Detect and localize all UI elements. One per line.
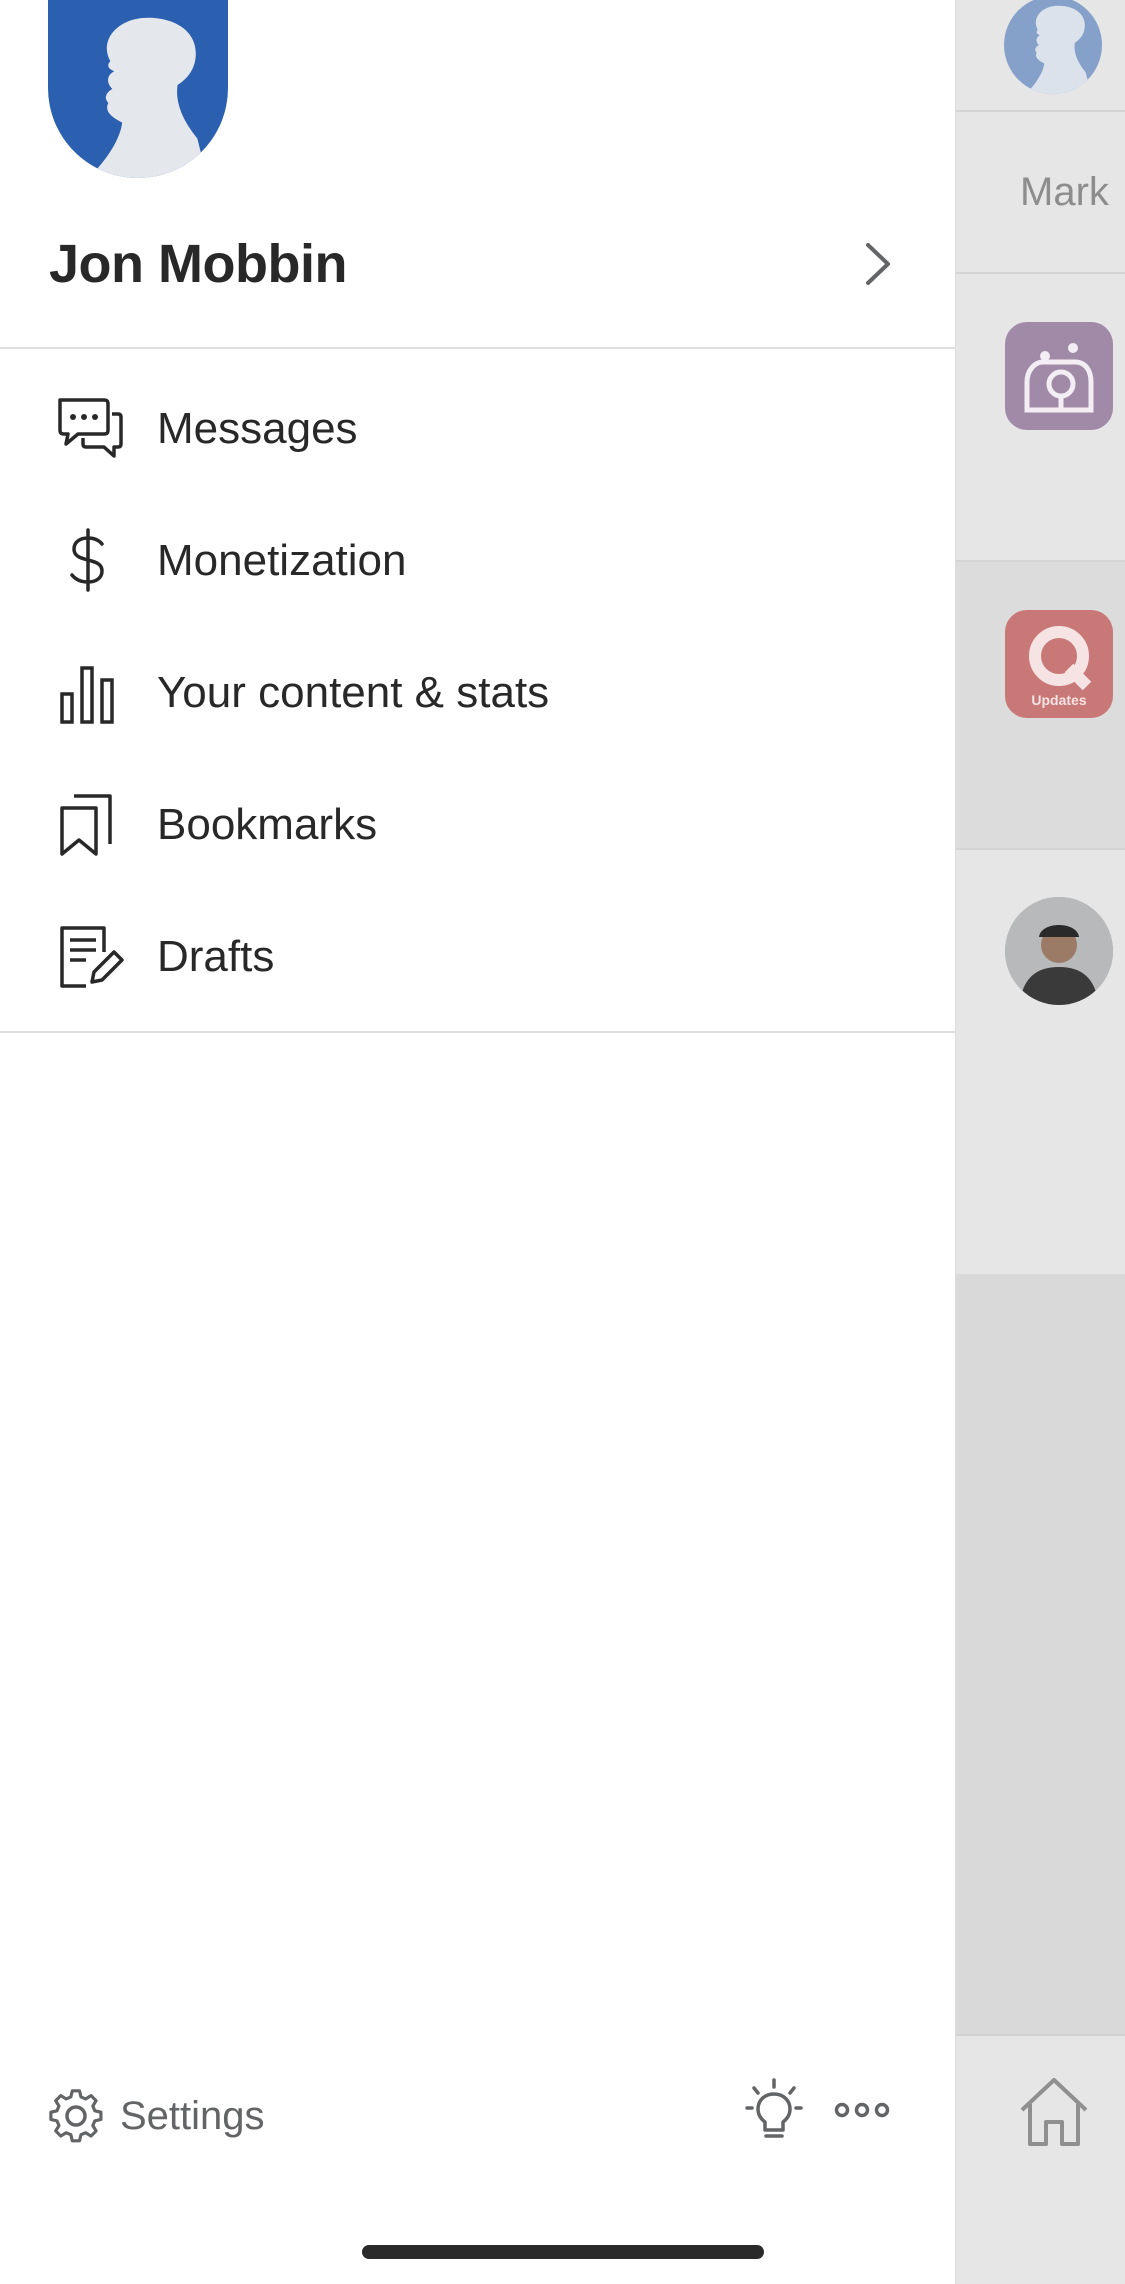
menu-item-monetization[interactable]: Monetization <box>0 494 956 624</box>
divider <box>0 347 956 349</box>
profile-avatar[interactable] <box>48 0 228 178</box>
more-dots-icon[interactable] <box>834 2090 890 2130</box>
home-indicator <box>362 2245 764 2259</box>
home-icon <box>1020 2078 1088 2146</box>
background-tab-bar <box>956 2034 1125 2284</box>
background-divider <box>956 560 1125 562</box>
menu-item-label: Drafts <box>157 932 275 981</box>
profile-row[interactable]: Jon Mobbin <box>0 215 956 315</box>
background-avatar <box>1004 0 1102 94</box>
background-divider <box>956 272 1125 274</box>
background-divider <box>956 110 1125 112</box>
profile-name: Jon Mobbin <box>49 234 347 294</box>
background-updates-label: Updates <box>1031 692 1087 708</box>
background-space-icon <box>1005 322 1113 430</box>
bar-chart-icon <box>60 666 114 724</box>
background-divider <box>956 848 1125 850</box>
default-profile-silhouette-icon <box>88 17 208 178</box>
menu-item-label: Messages <box>157 404 358 453</box>
background-partial-name: Mark <box>1020 170 1109 214</box>
lightbulb-icon[interactable] <box>745 2078 803 2144</box>
background-user-photo <box>1005 897 1113 1005</box>
menu-item-bookmarks[interactable]: Bookmarks <box>0 758 956 888</box>
settings-label: Settings <box>120 2094 265 2138</box>
messages-icon <box>58 398 123 458</box>
menu-item-label: Bookmarks <box>157 800 378 849</box>
menu-item-content-stats[interactable]: Your content & stats <box>0 626 956 756</box>
screen: Mark Updates Jon Mobbin Messages Monetiz… <box>0 0 1125 2284</box>
menu-item-label: Monetization <box>157 536 407 585</box>
settings-button[interactable]: Settings <box>48 2080 308 2150</box>
background-lower-area <box>956 1274 1125 2034</box>
menu-item-label: Your content & stats <box>157 668 550 717</box>
menu-item-drafts[interactable]: Drafts <box>0 890 956 1020</box>
gear-icon <box>49 2089 103 2143</box>
chevron-right-icon <box>866 243 890 285</box>
side-drawer: Jon Mobbin Messages Monetization Your co… <box>0 0 956 2284</box>
background-feed-overlay[interactable]: Mark Updates <box>956 0 1125 2284</box>
dollar-icon <box>70 528 104 592</box>
menu-item-messages[interactable]: Messages <box>0 362 956 492</box>
drawer-footer: Settings <box>0 2070 956 2160</box>
divider <box>0 1031 956 1033</box>
bookmark-icon <box>60 794 112 856</box>
background-updates-icon: Updates <box>1005 610 1113 718</box>
drafts-icon <box>60 926 124 988</box>
